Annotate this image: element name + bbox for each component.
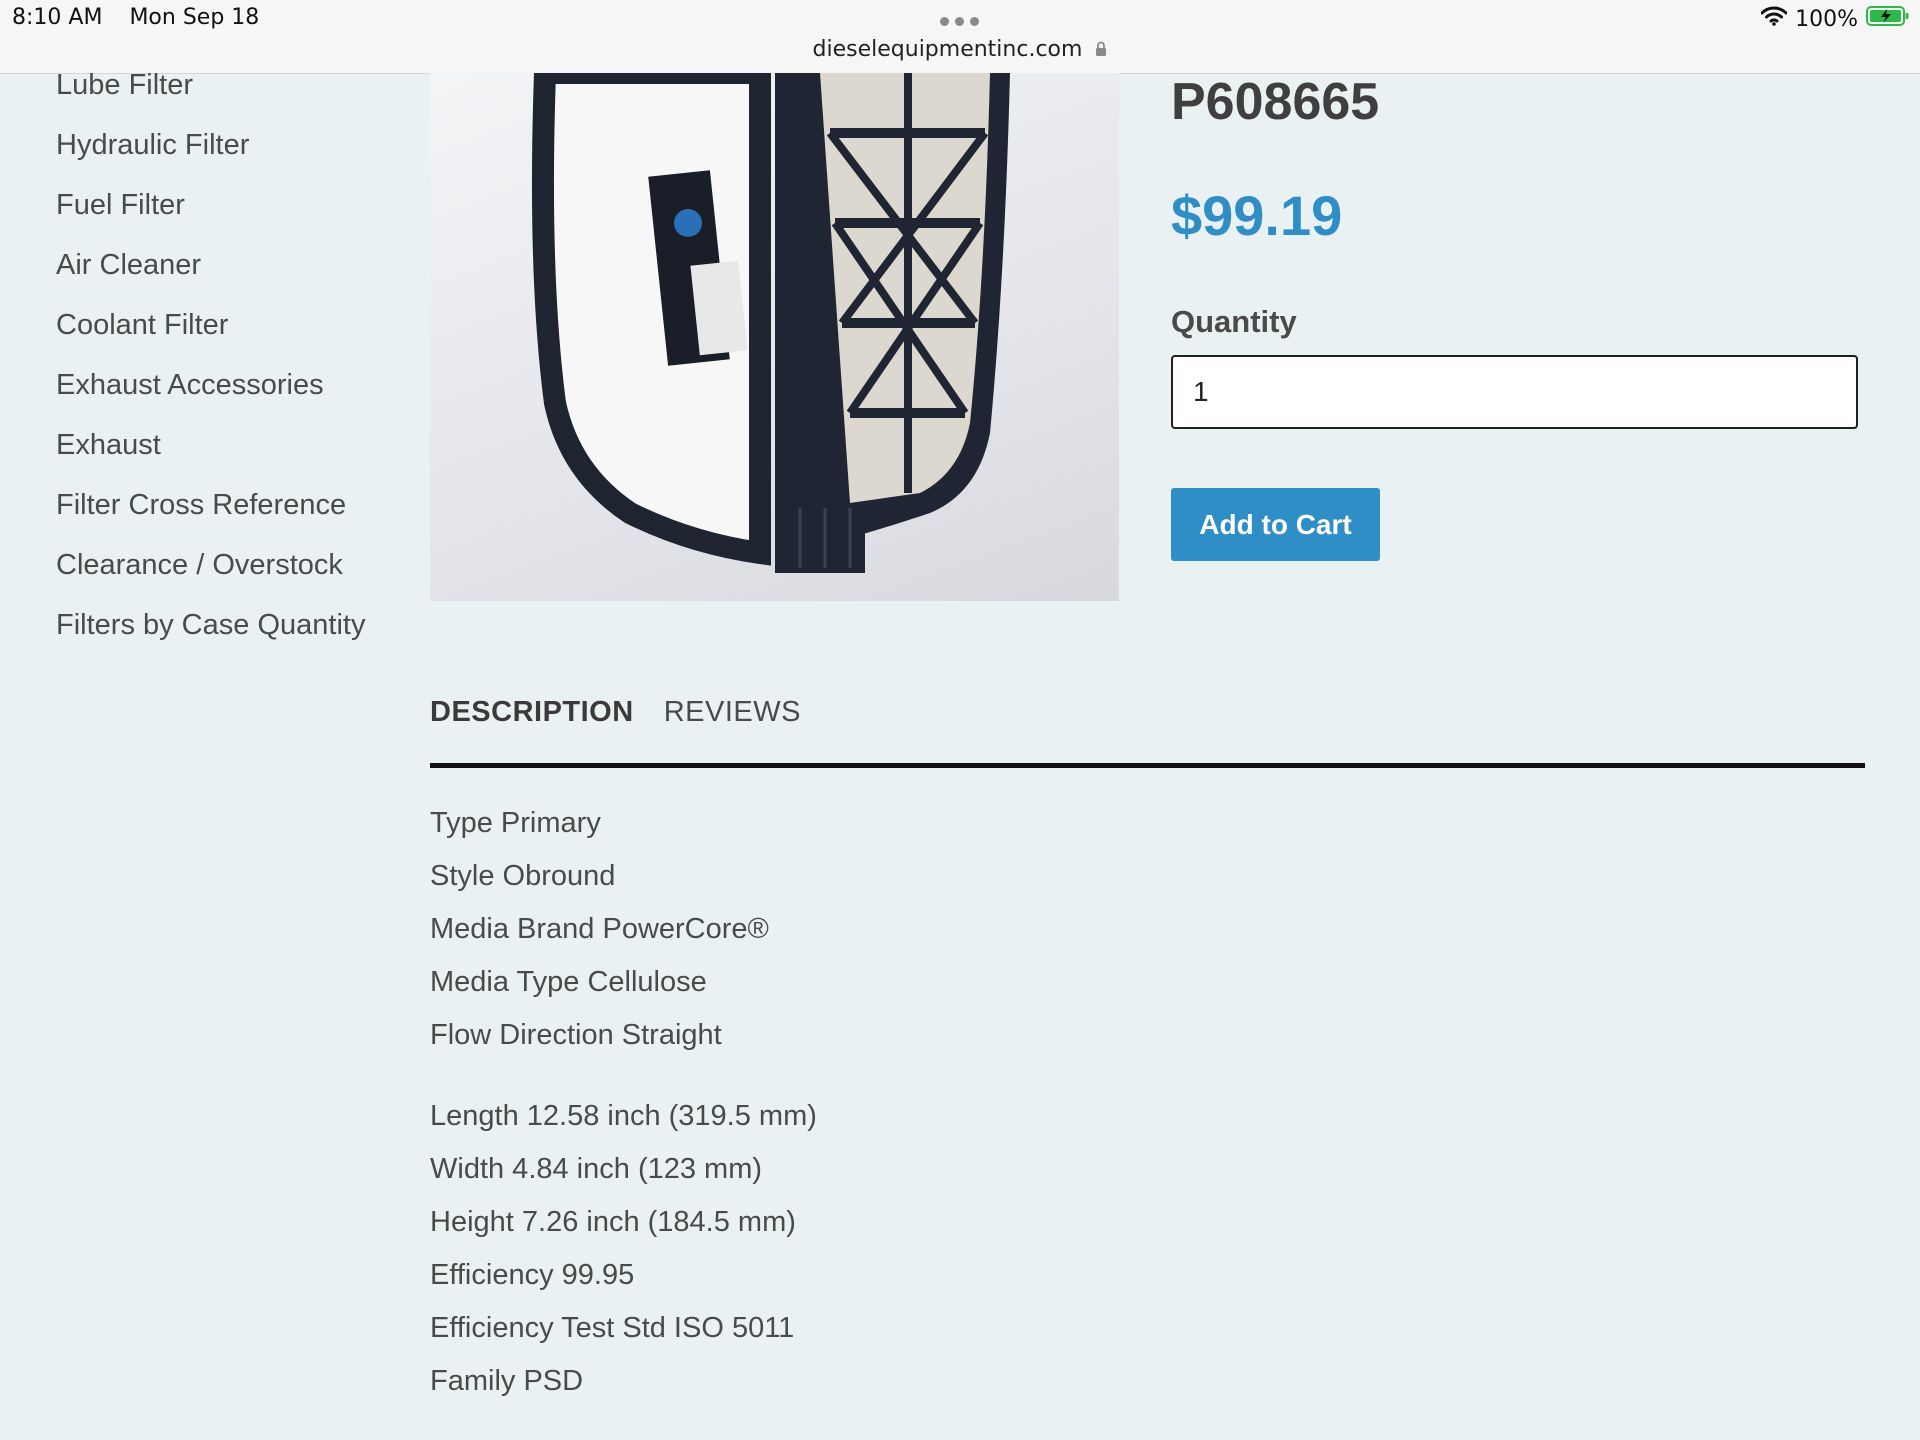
add-to-cart-button[interactable]: Add to Cart bbox=[1171, 488, 1380, 561]
spec-efficiency: Efficiency 99.95 bbox=[430, 1259, 635, 1291]
spec-flow-direction: Flow Direction Straight bbox=[430, 1019, 722, 1051]
sidebar-item-exhaust[interactable]: Exhaust bbox=[56, 422, 365, 482]
spec-family: Family PSD bbox=[430, 1365, 584, 1397]
product-sku-title: P608665 bbox=[1171, 73, 1380, 131]
tab-reviews[interactable]: REVIEWS bbox=[664, 696, 801, 729]
spec-spacer bbox=[430, 1065, 817, 1093]
lock-icon bbox=[1095, 38, 1107, 63]
sidebar-item-clearance-overstock[interactable]: Clearance / Overstock bbox=[56, 542, 365, 602]
sidebar-item-filters-by-case-quantity[interactable]: Filters by Case Quantity bbox=[56, 602, 365, 662]
product-price: $99.19 bbox=[1171, 184, 1343, 247]
spec-length: Length 12.58 inch (319.5 mm) bbox=[430, 1100, 817, 1132]
sidebar-item-filter-cross-reference[interactable]: Filter Cross Reference bbox=[56, 482, 365, 542]
product-description: Type Primary Style Obround Media Brand P… bbox=[430, 800, 817, 1411]
air-filter-icon bbox=[531, 73, 1010, 573]
battery-percent: 100% bbox=[1795, 6, 1858, 32]
sidebar-item-exhaust-accessories[interactable]: Exhaust Accessories bbox=[56, 362, 365, 422]
spec-type: Type Primary bbox=[430, 807, 601, 839]
status-bar-left: 8:10 AM Mon Sep 18 bbox=[12, 5, 259, 30]
quantity-label: Quantity bbox=[1171, 304, 1297, 339]
url-bar[interactable]: dieselequipmentinc.com bbox=[0, 37, 1920, 63]
status-date: Mon Sep 18 bbox=[129, 5, 260, 30]
wifi-icon bbox=[1760, 6, 1788, 32]
status-bar-right: 100% bbox=[1760, 5, 1910, 33]
url-text: dieselequipmentinc.com bbox=[812, 37, 1083, 62]
product-tabs: DESCRIPTION REVIEWS bbox=[430, 696, 801, 729]
battery-charging-icon bbox=[1866, 5, 1910, 33]
more-dots-icon[interactable] bbox=[940, 17, 979, 26]
sidebar-item-air-cleaner[interactable]: Air Cleaner bbox=[56, 242, 365, 302]
spec-media-type: Media Type Cellulose bbox=[430, 966, 707, 998]
spec-media-brand: Media Brand PowerCore® bbox=[430, 913, 769, 945]
sidebar-item-lube-filter[interactable]: Lube Filter bbox=[56, 62, 365, 122]
product-image[interactable] bbox=[430, 73, 1119, 601]
spec-style: Style Obround bbox=[430, 860, 616, 892]
sidebar-item-fuel-filter[interactable]: Fuel Filter bbox=[56, 182, 365, 242]
tab-description[interactable]: DESCRIPTION bbox=[430, 696, 634, 729]
quantity-input[interactable] bbox=[1171, 355, 1858, 429]
spec-width: Width 4.84 inch (123 mm) bbox=[430, 1153, 763, 1185]
category-sidebar: Lube Filter Hydraulic Filter Fuel Filter… bbox=[56, 62, 365, 662]
spec-height: Height 7.26 inch (184.5 mm) bbox=[430, 1206, 796, 1238]
sidebar-item-hydraulic-filter[interactable]: Hydraulic Filter bbox=[56, 122, 365, 182]
tab-divider bbox=[430, 763, 1865, 768]
spec-efficiency-test-std: Efficiency Test Std ISO 5011 bbox=[430, 1312, 795, 1344]
status-time: 8:10 AM bbox=[12, 5, 103, 30]
sidebar-item-coolant-filter[interactable]: Coolant Filter bbox=[56, 302, 365, 362]
